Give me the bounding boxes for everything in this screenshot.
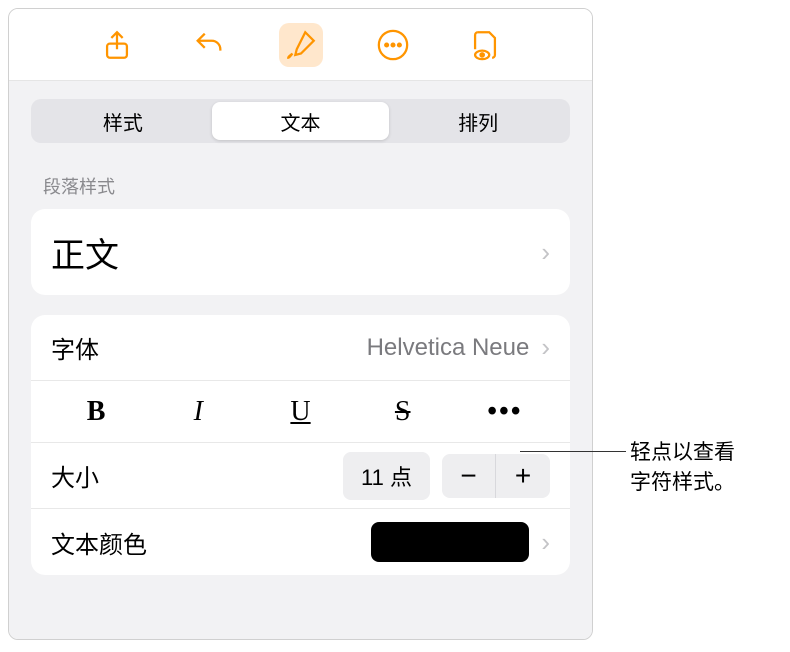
format-brush-button[interactable] <box>279 23 323 67</box>
text-format-card: 字体 Helvetica Neue › B I U S ••• 大小 11 点 … <box>31 315 570 575</box>
font-row[interactable]: 字体 Helvetica Neue › <box>31 315 570 381</box>
size-row: 大小 11 点 − + <box>31 443 570 509</box>
size-label: 大小 <box>51 458 99 493</box>
size-stepper: − + <box>442 454 550 498</box>
strikethrough-button[interactable]: S <box>352 381 454 442</box>
share-icon <box>100 28 134 62</box>
font-value: Helvetica Neue <box>367 334 530 362</box>
brush-icon <box>284 28 318 62</box>
chevron-right-icon: › <box>541 332 550 363</box>
format-panel: 样式 文本 排列 段落样式 正文 › 字体 Helvetica Neue › B… <box>8 8 593 640</box>
text-color-label: 文本颜色 <box>51 525 147 560</box>
paragraph-style-card: 正文 › <box>31 209 570 295</box>
chevron-right-icon: › <box>541 237 550 268</box>
callout-text: 轻点以查看 字符样式。 <box>630 438 735 499</box>
callout-line2: 字符样式。 <box>630 468 735 498</box>
document-view-button[interactable] <box>463 23 507 67</box>
more-circle-icon <box>376 28 410 62</box>
text-color-swatch[interactable] <box>371 522 529 562</box>
tab-text[interactable]: 文本 <box>212 102 390 140</box>
size-decrease-button[interactable]: − <box>442 454 496 498</box>
tab-segmented-control: 样式 文本 排列 <box>31 99 570 143</box>
tab-arrange[interactable]: 排列 <box>389 102 567 140</box>
text-color-row[interactable]: 文本颜色 › <box>31 509 570 575</box>
share-button[interactable] <box>95 23 139 67</box>
undo-button[interactable] <box>187 23 231 67</box>
chevron-right-icon: › <box>541 527 550 558</box>
text-style-row: B I U S ••• <box>31 381 570 443</box>
more-button[interactable] <box>371 23 415 67</box>
callout-line1: 轻点以查看 <box>630 438 735 468</box>
underline-button[interactable]: U <box>249 381 351 442</box>
bold-button[interactable]: B <box>45 381 147 442</box>
tab-style[interactable]: 样式 <box>34 102 212 140</box>
more-styles-button[interactable]: ••• <box>454 381 556 442</box>
italic-button[interactable]: I <box>147 381 249 442</box>
doc-eye-icon <box>468 28 502 62</box>
paragraph-style-row[interactable]: 正文 › <box>31 209 570 295</box>
top-toolbar <box>9 9 592 81</box>
size-value[interactable]: 11 点 <box>343 452 430 500</box>
panel-body: 样式 文本 排列 段落样式 正文 › 字体 Helvetica Neue › B… <box>9 81 592 639</box>
paragraph-style-value: 正文 <box>51 228 119 277</box>
undo-icon <box>192 28 226 62</box>
callout-line <box>520 451 626 452</box>
size-increase-button[interactable]: + <box>496 454 550 498</box>
font-label: 字体 <box>51 330 99 365</box>
paragraph-style-label: 段落样式 <box>9 143 592 209</box>
